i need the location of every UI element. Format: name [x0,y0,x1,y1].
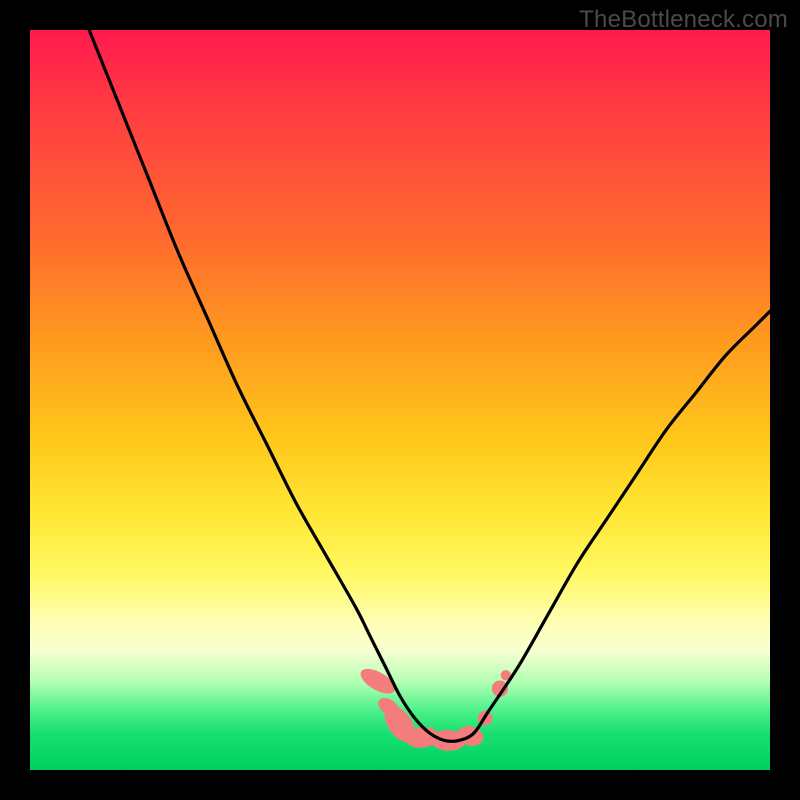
chart-container: TheBottleneck.com [0,0,800,800]
plot-area [30,30,770,770]
markers-group [357,664,511,751]
chart-svg [30,30,770,770]
curve-line [89,30,770,741]
